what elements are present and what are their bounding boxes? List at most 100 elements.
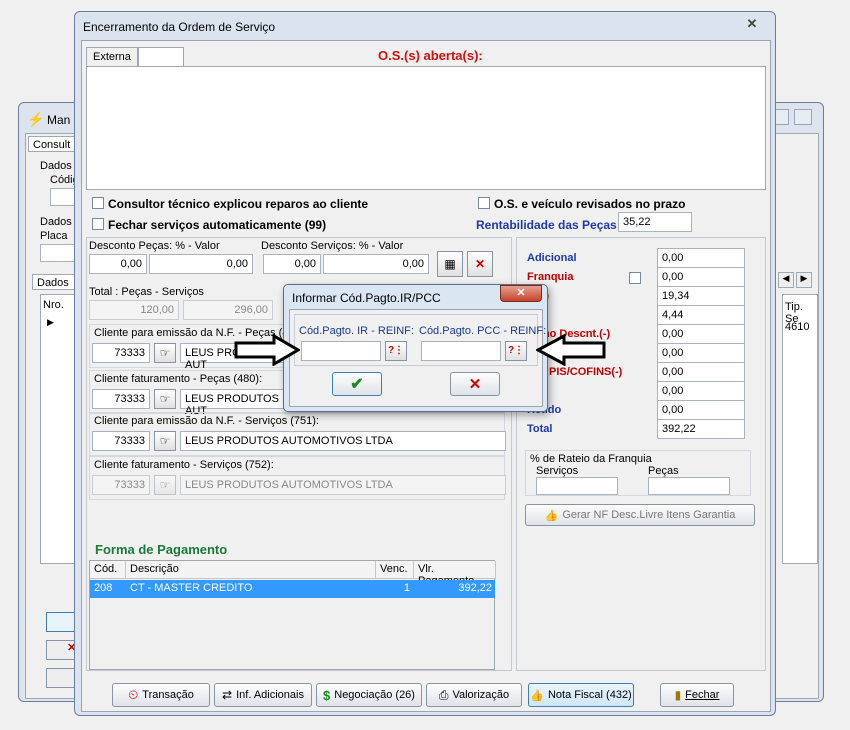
app-logo-icon: ⚡	[27, 111, 45, 127]
negociacao-button[interactable]: $ Negociação (26)	[316, 683, 422, 707]
summary-label: Total	[527, 423, 553, 435]
dialog-title: Informar Cód.Pagto.IR/PCC	[292, 291, 441, 305]
total-label: Total : Peças - Serviços	[89, 286, 204, 298]
os-list[interactable]	[86, 66, 766, 190]
rentabilidade-field: 35,22	[618, 212, 692, 232]
rateio-pecas-input[interactable]	[648, 477, 730, 495]
calculator-icon[interactable]: ▦	[437, 251, 463, 277]
pay-row-cod: 208	[94, 582, 113, 594]
bg-label-dados: Dados	[40, 160, 72, 172]
total-pecas-field: 120,00	[89, 300, 179, 320]
cliente-nf-pecas-code[interactable]: 73333	[92, 343, 150, 363]
desconto-pecas-valor-input[interactable]: 0,00	[149, 254, 253, 274]
rateio-servicos-label: Serviços	[536, 465, 579, 477]
dollar-icon: $	[323, 687, 331, 703]
desconto-servicos-valor-input[interactable]: 0,00	[323, 254, 429, 274]
bg-tab-consult[interactable]: Consult	[28, 136, 78, 152]
transacao-icon: ⏲	[128, 687, 139, 702]
right-panel: Adicional0,00Franquia0,00C (-)19,34-)4,4…	[516, 237, 766, 671]
pay-row-desc: CT - MASTER CREDITO	[130, 582, 253, 594]
table-row[interactable]: 208 CT - MASTER CREDITO 1 392,22	[90, 580, 495, 598]
desconto-servicos-pct-input[interactable]: 0,00	[263, 254, 321, 274]
dialog-window: Informar Cód.Pagto.IR/PCC ✕ Cód.Pagto. I…	[283, 284, 548, 412]
cancel-button[interactable]: ✕	[450, 372, 500, 396]
cliente-fat-servicos-code: 73333	[92, 475, 150, 495]
inf-adicionais-button[interactable]: ⇄ Inf. Adicionais	[214, 683, 312, 707]
inf-adicionais-label: Inf. Adicionais	[236, 689, 304, 701]
ir-input[interactable]	[301, 341, 381, 361]
desconto-pecas-pct-input[interactable]: 0,00	[89, 254, 147, 274]
summary-label: Franquia	[527, 271, 574, 283]
dialog-body: Cód.Pagto. IR - REINF: ?⋮ Cód.Pagto. PCC…	[289, 309, 546, 407]
help-pcc-icon[interactable]: ?⋮	[505, 341, 527, 361]
forma-pagamento-title: Forma de Pagamento	[95, 542, 228, 557]
summary-value-field: 0,00	[657, 267, 745, 287]
dialog-close-icon[interactable]: ✕	[500, 285, 542, 302]
bg-grid-tab[interactable]: Dados	[32, 274, 80, 290]
pay-col-valor: Vlr. Pagamento	[414, 561, 496, 587]
bg-scroll-left-icon[interactable]: ◀	[778, 272, 794, 288]
revisados-checkbox[interactable]	[478, 197, 490, 209]
bg-grid-col-nro: Nro.	[43, 299, 64, 311]
gerar-nf-button[interactable]: 👍 Gerar NF Desc.Livre Itens Garantia	[525, 504, 755, 526]
search-cliente-icon[interactable]: ☞	[154, 431, 176, 451]
rateio-servicos-input[interactable]	[536, 477, 618, 495]
fechar-label: Fechar	[685, 689, 720, 701]
bg-label-dados2: Dados	[40, 216, 72, 228]
fechar-button[interactable]: ▮ Fechar	[660, 683, 734, 707]
cliente-fat-pecas-label: Cliente faturamento - Peças (480):	[94, 373, 263, 385]
cliente-nf-servicos-code[interactable]: 73333	[92, 431, 150, 451]
pay-row-venc: 1	[403, 582, 410, 594]
consultor-checkbox[interactable]	[92, 197, 104, 209]
total-servicos-field: 296,00	[183, 300, 273, 320]
annotation-arrow-left-icon	[536, 334, 606, 366]
annotation-arrow-right-icon	[234, 334, 300, 366]
fechar-checkbox[interactable]	[92, 218, 104, 230]
transacao-button[interactable]: ⏲ Transação	[112, 683, 210, 707]
row-pointer-icon: ▶	[47, 317, 54, 327]
nota-fiscal-button[interactable]: 👍 Nota Fiscal (432)	[528, 683, 634, 707]
ir-label: Cód.Pagto. IR - REINF:	[299, 325, 414, 337]
summary-value-field: 0,00	[657, 343, 745, 363]
bg-maximize-button[interactable]	[794, 109, 812, 125]
rateio-title: % de Rateio da Franquia	[530, 453, 652, 465]
pay-col-venc: Venc.	[376, 561, 414, 579]
confirm-button[interactable]: ✔	[332, 372, 382, 396]
franquia-checkbox[interactable]	[629, 272, 641, 284]
search-cliente-icon[interactable]: ☞	[154, 343, 176, 363]
rentabilidade-label: Rentabilidade das Peças	[476, 218, 617, 232]
tab-externa[interactable]: Externa	[86, 47, 138, 67]
pay-col-cod: Cód.	[90, 561, 126, 579]
desconto-servicos-label: Desconto Serviços: % - Valor	[261, 240, 404, 252]
door-icon: ▮	[674, 688, 682, 702]
desconto-pecas-label: Desconto Peças: % - Valor	[89, 240, 220, 252]
bg-grid-val-tipo: 4610	[785, 321, 810, 333]
consultor-checkbox-label: Consultor técnico explicou reparos ao cl…	[108, 197, 369, 211]
bg-grid-right: Tip. Se 4610	[782, 294, 818, 564]
cliente-fat-pecas-code[interactable]: 73333	[92, 389, 150, 409]
help-ir-icon[interactable]: ?⋮	[385, 341, 407, 361]
payment-grid: Cód. Descrição Venc. Vlr. Pagamento 208 …	[89, 560, 496, 670]
dialog-fields-group: Cód.Pagto. IR - REINF: ?⋮ Cód.Pagto. PCC…	[294, 314, 546, 366]
valorizacao-button[interactable]: ⎙ Valorização	[426, 683, 522, 707]
bg-scroll-right-icon[interactable]: ▶	[796, 272, 812, 288]
close-icon[interactable]: ✕	[739, 16, 765, 32]
summary-value-field: 392,22	[657, 419, 745, 439]
search-cliente-icon: ☞	[154, 475, 176, 495]
tab-blank[interactable]	[138, 47, 184, 67]
cancel-desconto-icon[interactable]: ✕	[467, 251, 493, 277]
search-cliente-icon[interactable]: ☞	[154, 389, 176, 409]
summary-value-field: 0,00	[657, 381, 745, 401]
cliente-fat-servicos-name: LEUS PRODUTOS AUTOMOTIVOS LTDA	[180, 475, 506, 495]
pay-row-valor: 392,22	[458, 582, 492, 594]
cliente-fat-pecas-name: LEUS PRODUTOS AUT	[180, 389, 290, 417]
summary-value-field: 4,44	[657, 305, 745, 325]
transacao-label: Transação	[142, 689, 194, 701]
summary-value-field: 0,00	[657, 248, 745, 268]
checkmark-icon: ✔	[350, 376, 364, 393]
pcc-input[interactable]	[421, 341, 501, 361]
fechar-checkbox-label: Fechar serviços automaticamente (99)	[108, 218, 327, 232]
valorizacao-label: Valorização	[452, 689, 510, 701]
summary-value-field: 0,00	[657, 362, 745, 382]
main-window-title: Encerramento da Ordem de Serviço	[83, 20, 276, 34]
